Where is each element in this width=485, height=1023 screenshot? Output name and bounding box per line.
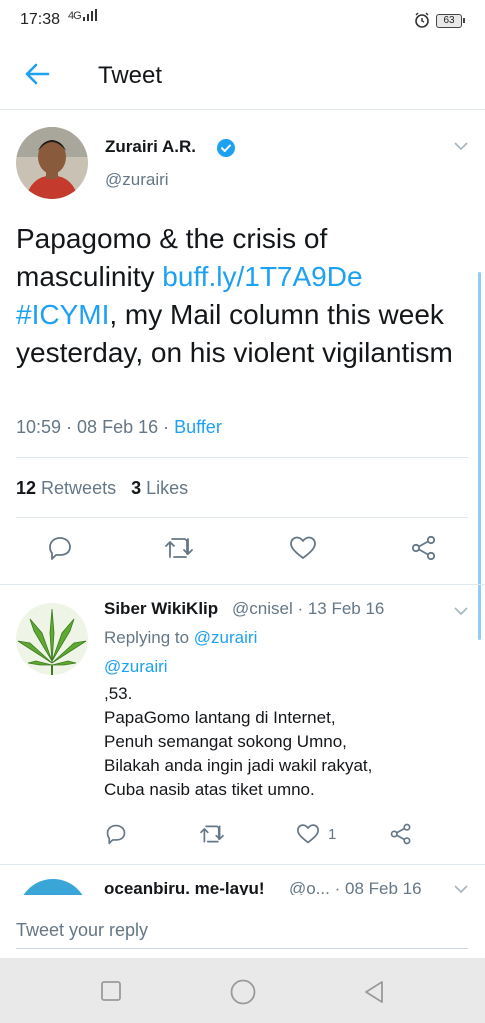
chevron-down-icon[interactable] <box>452 605 470 617</box>
next-reply-author-name[interactable]: oceanbiru. me-layu! <box>104 879 265 895</box>
reply-line: Penuh semangat sokong Umno, <box>104 732 347 751</box>
author-name[interactable]: Zurairi A.R. <box>105 137 196 157</box>
reply-line: ,53. <box>104 684 133 703</box>
reply-mention[interactable]: @zurairi <box>104 657 168 677</box>
author-handle[interactable]: @zurairi <box>105 170 169 190</box>
tweet-date: 08 Feb 16 <box>77 417 159 437</box>
tweet-source[interactable]: Buffer <box>174 417 222 437</box>
reply-avatar[interactable] <box>18 879 88 895</box>
status-bar: 17:38 4G 63 <box>0 0 485 38</box>
tweet-stats: 12 Retweets 3 Likes <box>16 478 188 499</box>
reply-avatar[interactable] <box>16 603 88 675</box>
reply-like-count: 1 <box>328 826 337 843</box>
tweet-link[interactable]: buff.ly/1T7A9De <box>162 261 362 292</box>
reply-text: ,53. PapaGomo lantang di Internet, Penuh… <box>104 682 474 802</box>
retweets-count: 12 <box>16 478 37 498</box>
app-header: Tweet <box>0 38 485 110</box>
verified-icon <box>217 139 235 157</box>
home-icon[interactable] <box>229 978 257 1006</box>
battery-level: 63 <box>443 15 455 26</box>
likes-count: 3 <box>131 478 142 498</box>
back-arrow-icon[interactable] <box>24 62 50 86</box>
compose-bar <box>0 895 485 958</box>
like-icon[interactable] <box>289 535 317 561</box>
page-title: Tweet <box>98 62 163 89</box>
back-triangle-icon[interactable] <box>362 979 386 1005</box>
likes-label: Likes <box>146 478 189 498</box>
next-reply-handle-date: @o... · 08 Feb 16 <box>289 879 422 895</box>
avatar[interactable] <box>16 127 88 199</box>
tweet-hashtag[interactable]: #ICYMI <box>16 299 109 330</box>
divider <box>16 457 468 458</box>
reply-input[interactable] <box>16 913 468 949</box>
reply-line: Cuba nasib atas tiket umno. <box>104 780 315 799</box>
chevron-down-icon[interactable] <box>452 140 470 152</box>
retweet-icon[interactable] <box>199 823 225 845</box>
likes-stat[interactable]: 3 Likes <box>131 478 188 498</box>
reply-line: Bilakah anda ingin jadi wakil rakyat, <box>104 756 373 775</box>
retweet-icon[interactable] <box>164 535 194 561</box>
chevron-down-icon[interactable] <box>452 883 470 895</box>
status-time: 17:38 <box>20 11 61 28</box>
recent-apps-icon[interactable] <box>100 980 122 1002</box>
reply-icon[interactable] <box>47 535 73 561</box>
share-icon[interactable] <box>410 535 438 561</box>
share-icon[interactable] <box>389 823 413 845</box>
replying-to: Replying to @zurairi <box>104 628 257 648</box>
reply-handle-date: @cnisel · 13 Feb 16 <box>232 599 385 618</box>
like-icon[interactable] <box>296 823 320 845</box>
reply-actions: 1 <box>0 823 485 853</box>
replying-to-handle[interactable]: @zurairi <box>194 628 258 647</box>
alarm-icon <box>415 12 429 28</box>
tweet-text: Papagomo & the crisis of masculinity buf… <box>16 220 456 372</box>
reply-author-name[interactable]: Siber WikiKlip <box>104 599 218 619</box>
battery-icon: 63 <box>436 14 465 28</box>
tweet-time: 10:59 <box>16 417 62 437</box>
reply-line: PapaGomo lantang di Internet, <box>104 708 336 727</box>
tweet-actions <box>0 535 485 585</box>
retweets-label: Retweets <box>41 478 117 498</box>
retweets-stat[interactable]: 12 Retweets <box>16 478 116 498</box>
signal-icon: 4G <box>68 9 97 22</box>
tweet-meta: 10:59 · 08 Feb 16 · Buffer <box>16 417 222 437</box>
divider <box>16 517 468 518</box>
system-nav-bar <box>0 958 485 1023</box>
replying-label: Replying to <box>104 628 190 647</box>
next-reply-tweet[interactable]: oceanbiru. me-layu! @o... · 08 Feb 16 <box>0 864 485 895</box>
reply-icon[interactable] <box>105 823 127 845</box>
network-label: 4G <box>68 10 82 22</box>
reply-tweet[interactable]: Siber WikiKlip @cnisel · 13 Feb 16 Reply… <box>0 584 485 864</box>
